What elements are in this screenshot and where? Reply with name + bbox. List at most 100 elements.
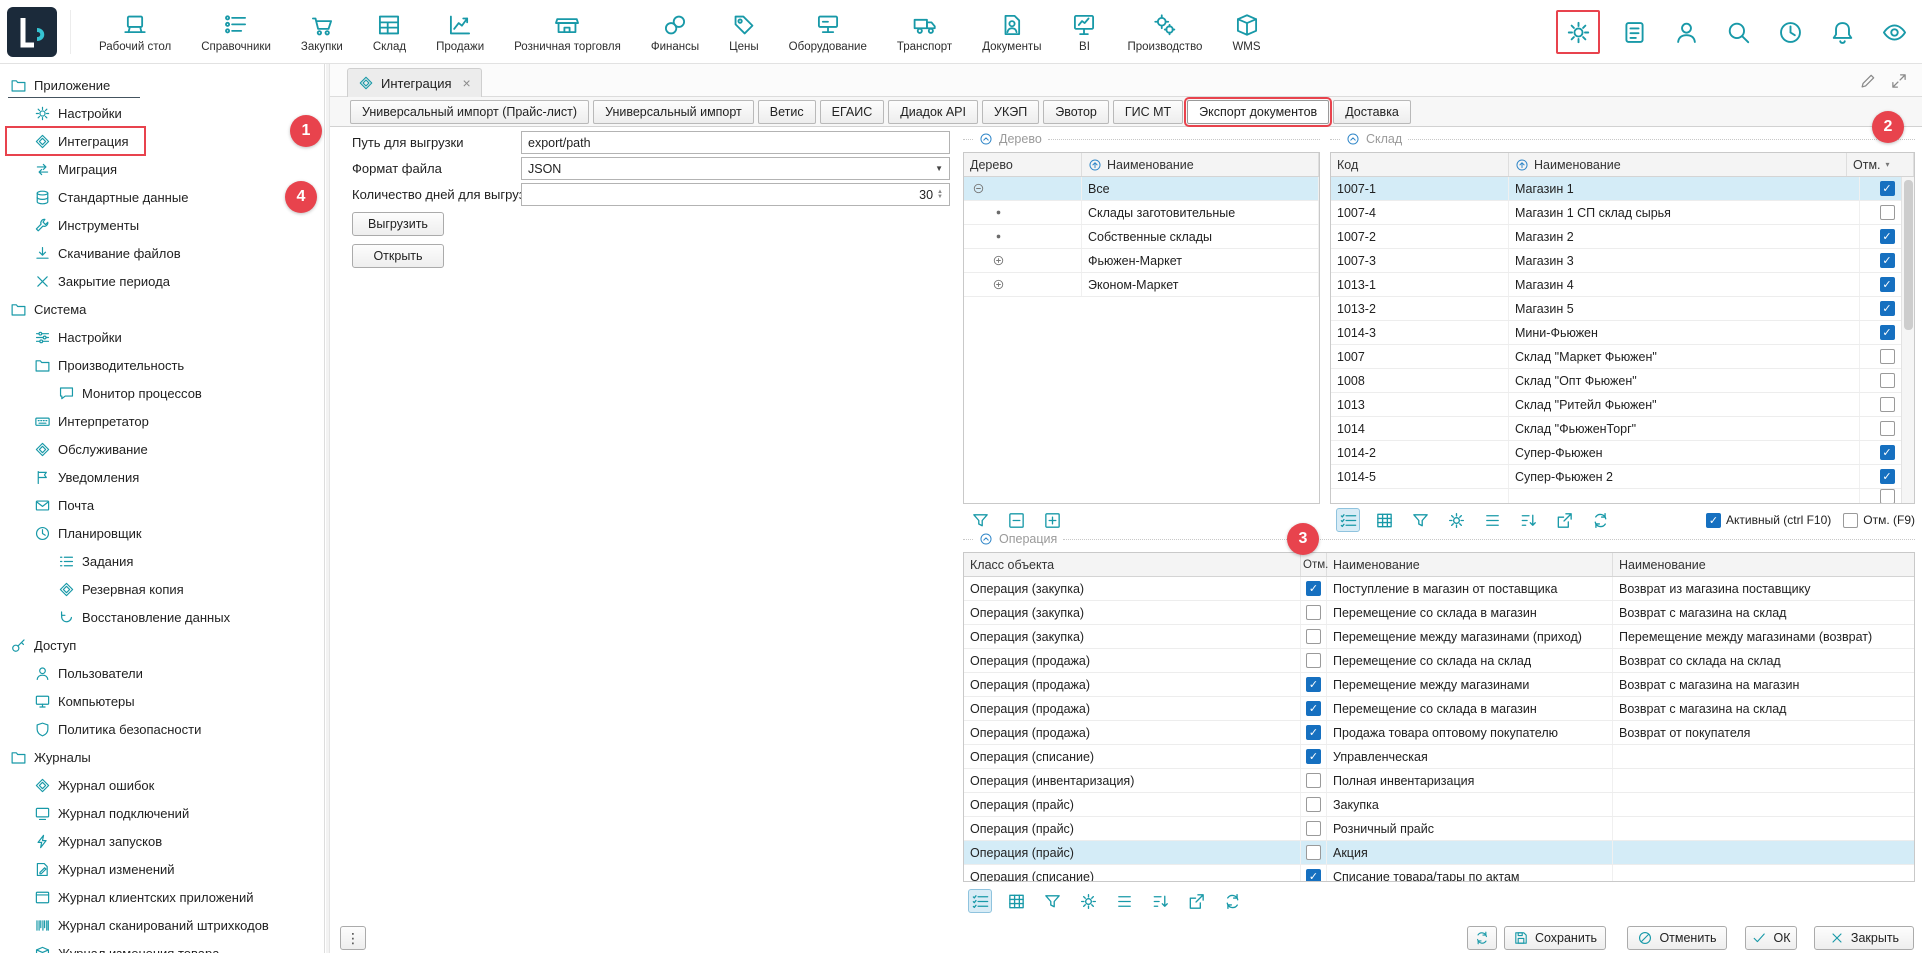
warehouse-row[interactable]: 1007-1 Магазин 1 — [1331, 177, 1914, 201]
row-checkbox[interactable] — [1306, 845, 1321, 860]
tool-list-check-button[interactable] — [968, 889, 992, 913]
operation-row[interactable]: Операция (инвентаризация) Полная инвента… — [964, 769, 1914, 793]
subtab-export-documents[interactable]: Экспорт документов — [1187, 100, 1329, 124]
sidebar-item-system[interactable]: Система — [0, 295, 324, 323]
column-header-name[interactable]: Наименование — [1509, 153, 1847, 176]
tool-gear-button[interactable] — [1076, 889, 1100, 913]
tool-list-check-button[interactable] — [1336, 508, 1360, 532]
top-menu-item-desktop[interactable]: Рабочий стол — [84, 12, 186, 53]
tree-row[interactable]: Собственные склады — [964, 225, 1319, 249]
tool-list-button[interactable] — [1480, 508, 1504, 532]
collapse-groupbox-icon[interactable] — [1346, 132, 1360, 146]
row-checkbox[interactable] — [1880, 421, 1895, 436]
operation-row[interactable]: Операция (прайс) Акция — [964, 841, 1914, 865]
tool-sort-button[interactable] — [1516, 508, 1540, 532]
tool-box-minus-button[interactable] — [1004, 508, 1028, 532]
tool-export-button[interactable] — [1552, 508, 1576, 532]
operation-row[interactable]: Операция (списание) Управленческая — [964, 745, 1914, 769]
subtab-universal-import[interactable]: Универсальный импорт — [593, 100, 754, 124]
operation-row[interactable]: Операция (закупка) Поступление в магазин… — [964, 577, 1914, 601]
tool-sort-button[interactable] — [1148, 889, 1172, 913]
tool-funnel-button[interactable] — [1408, 508, 1432, 532]
operation-row[interactable]: Операция (прайс) Розничный прайс — [964, 817, 1914, 841]
row-checkbox[interactable] — [1880, 277, 1895, 292]
row-checkbox[interactable] — [1880, 349, 1895, 364]
sidebar-item-application[interactable]: Приложение — [0, 71, 324, 99]
sidebar-item-settings[interactable]: Настройки — [0, 99, 324, 127]
sidebar-item-computers[interactable]: Компьютеры — [0, 687, 324, 715]
subtab-egais[interactable]: ЕГАИС — [820, 100, 885, 124]
sidebar-item-launch-log[interactable]: Журнал запусков — [0, 827, 324, 855]
topbar-user-button[interactable] — [1668, 14, 1704, 50]
vertical-scrollbar[interactable] — [1901, 177, 1914, 503]
edit-pencil-icon[interactable] — [1859, 72, 1877, 90]
warehouse-row[interactable]: 1014-5 Супер-Фьюжен 2 — [1331, 465, 1914, 489]
subtab-vetis[interactable]: Ветис — [758, 100, 816, 124]
row-checkbox[interactable] — [1880, 397, 1895, 412]
tab-integration[interactable]: Интеграция × — [347, 68, 482, 97]
cancel-button[interactable]: Отменить — [1627, 926, 1727, 950]
spinner-control[interactable]: ▲▼ — [937, 190, 943, 200]
minus-circle-icon[interactable] — [972, 182, 985, 195]
row-checkbox[interactable] — [1306, 605, 1321, 620]
row-checkbox[interactable] — [1880, 301, 1895, 316]
close-button[interactable]: Закрыть — [1814, 926, 1914, 950]
topbar-notifications-button[interactable] — [1824, 14, 1860, 50]
top-menu-item-finance[interactable]: Финансы — [636, 12, 714, 53]
tool-funnel-button[interactable] — [1040, 889, 1064, 913]
row-checkbox[interactable] — [1880, 229, 1895, 244]
sidebar-item-product-change-log[interactable]: Журнал изменения товара — [0, 939, 324, 953]
sidebar-item-mail[interactable]: Почта — [0, 491, 324, 519]
top-menu-item-sales[interactable]: Продажи — [421, 12, 499, 53]
operation-row[interactable]: Операция (закупка) Перемещение между маг… — [964, 625, 1914, 649]
row-checkbox[interactable] — [1880, 253, 1895, 268]
app-logo[interactable] — [7, 7, 57, 57]
open-button[interactable]: Открыть — [352, 244, 444, 268]
subtab-ukep[interactable]: УКЭП — [982, 100, 1039, 124]
tool-gear-button[interactable] — [1444, 508, 1468, 532]
row-checkbox[interactable] — [1306, 749, 1321, 764]
row-checkbox[interactable] — [1306, 725, 1321, 740]
sidebar-item-client-app-log[interactable]: Журнал клиентских приложений — [0, 883, 324, 911]
row-checkbox[interactable] — [1880, 373, 1895, 388]
sidebar-item-period-close[interactable]: Закрытие периода — [0, 267, 324, 295]
warehouse-row[interactable]: 1008 Склад "Опт Фьюжен" — [1331, 369, 1914, 393]
topbar-view-button[interactable] — [1876, 14, 1912, 50]
warehouse-row[interactable]: 1007-3 Магазин 3 — [1331, 249, 1914, 273]
otm-checkbox[interactable] — [1843, 513, 1858, 528]
sidebar-item-access[interactable]: Доступ — [0, 631, 324, 659]
sidebar-item-connection-log[interactable]: Журнал подключений — [0, 799, 324, 827]
column-header-name1[interactable]: Наименование — [1327, 553, 1613, 576]
tool-list-button[interactable] — [1112, 889, 1136, 913]
active-checkbox[interactable] — [1706, 513, 1721, 528]
sidebar-item-barcode-scan-log[interactable]: Журнал сканирований штрихкодов — [0, 911, 324, 939]
sidebar-item-system-settings[interactable]: Настройки — [0, 323, 324, 351]
subtab-diadoc-api[interactable]: Диадок API — [888, 100, 978, 124]
sidebar-item-standard-data[interactable]: Стандартные данные — [0, 183, 324, 211]
sidebar-item-security-policy[interactable]: Политика безопасности — [0, 715, 324, 743]
subtab-evotor[interactable]: Эвотор — [1043, 100, 1109, 124]
refresh-form-button[interactable] — [1467, 926, 1497, 950]
operation-row[interactable]: Операция (продажа) Перемещение между маг… — [964, 673, 1914, 697]
scrollbar-thumb[interactable] — [1904, 180, 1913, 330]
sidebar-item-journals[interactable]: Журналы — [0, 743, 324, 771]
topbar-settings-button[interactable] — [1556, 10, 1600, 54]
sidebar-item-performance[interactable]: Производительность — [0, 351, 324, 379]
operation-row[interactable]: Операция (продажа) Продажа товара оптово… — [964, 721, 1914, 745]
sidebar-item-migration[interactable]: Миграция — [0, 155, 324, 183]
sidebar-item-tools[interactable]: Инструменты — [0, 211, 324, 239]
row-checkbox[interactable] — [1306, 797, 1321, 812]
warehouse-row[interactable]: 1007 Склад "Маркет Фьюжен" — [1331, 345, 1914, 369]
operation-row[interactable]: Операция (прайс) Закупка — [964, 793, 1914, 817]
form-input-export-path[interactable]: export/path — [521, 131, 950, 154]
top-menu-item-transport[interactable]: Транспорт — [882, 12, 967, 53]
sidebar-item-data-restore[interactable]: Восстановление данных — [0, 603, 324, 631]
warehouse-row[interactable]: 1014 Склад "ФьюженТорг" — [1331, 417, 1914, 441]
warehouse-row[interactable]: 1007-2 Магазин 2 — [1331, 225, 1914, 249]
tool-refresh-button[interactable] — [1220, 889, 1244, 913]
top-menu-item-references[interactable]: Справочники — [186, 12, 286, 53]
top-menu-item-warehouse[interactable]: Склад — [358, 12, 421, 53]
row-checkbox[interactable] — [1306, 869, 1321, 882]
subtab-universal-import-pricelist[interactable]: Универсальный импорт (Прайс-лист) — [350, 100, 589, 124]
sidebar-item-maintenance[interactable]: Обслуживание — [0, 435, 324, 463]
